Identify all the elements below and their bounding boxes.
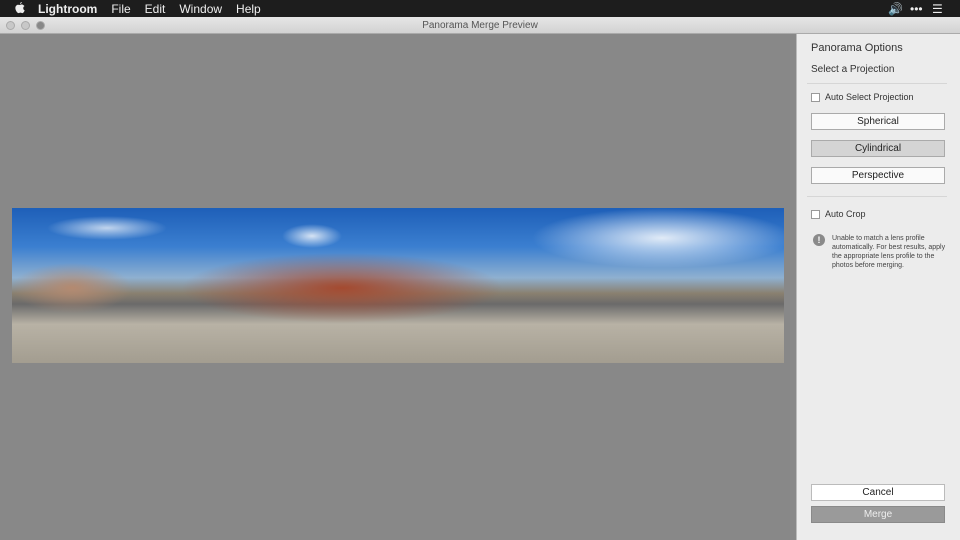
list-icon[interactable]: ☰	[932, 2, 943, 16]
menu-app[interactable]: Lightroom	[38, 2, 97, 16]
checkbox-label: Auto Select Projection	[825, 92, 914, 102]
zoom-button[interactable]	[36, 21, 45, 30]
panel-title: Panorama Options	[811, 42, 903, 54]
warning-icon: !	[813, 234, 825, 246]
volume-icon[interactable]: 🔊	[888, 2, 903, 16]
checkbox-box[interactable]	[811, 92, 820, 102]
menu-help[interactable]: Help	[236, 2, 261, 16]
menu-bar: Lightroom File Edit Window Help 🔊 ••• ☰	[0, 0, 960, 17]
window-title: Panorama Merge Preview	[422, 20, 538, 31]
close-button[interactable]	[6, 21, 15, 30]
panorama-preview-image	[12, 208, 784, 363]
cylindrical-button[interactable]: Cylindrical	[811, 140, 945, 157]
divider	[807, 196, 947, 197]
lens-profile-warning: Unable to match a lens profile automatic…	[832, 235, 946, 269]
checkbox-box[interactable]	[811, 209, 820, 219]
merge-button[interactable]: Merge	[811, 506, 945, 523]
apple-icon[interactable]	[14, 2, 26, 15]
more-icon[interactable]: •••	[910, 2, 923, 16]
panorama-options-panel: Panorama Options Select a Projection Aut…	[796, 34, 960, 540]
menu-window[interactable]: Window	[179, 2, 222, 16]
cancel-button[interactable]: Cancel	[811, 484, 945, 501]
menu-file[interactable]: File	[111, 2, 130, 16]
window-titlebar: Panorama Merge Preview	[0, 17, 960, 34]
minimize-button[interactable]	[21, 21, 30, 30]
checkbox-label: Auto Crop	[825, 209, 866, 219]
spherical-button[interactable]: Spherical	[811, 113, 945, 130]
perspective-button[interactable]: Perspective	[811, 167, 945, 184]
auto-select-projection-checkbox[interactable]: Auto Select Projection	[811, 92, 914, 102]
divider	[807, 83, 947, 84]
projection-heading: Select a Projection	[811, 64, 895, 75]
auto-crop-checkbox[interactable]: Auto Crop	[811, 209, 866, 219]
menu-edit[interactable]: Edit	[145, 2, 166, 16]
